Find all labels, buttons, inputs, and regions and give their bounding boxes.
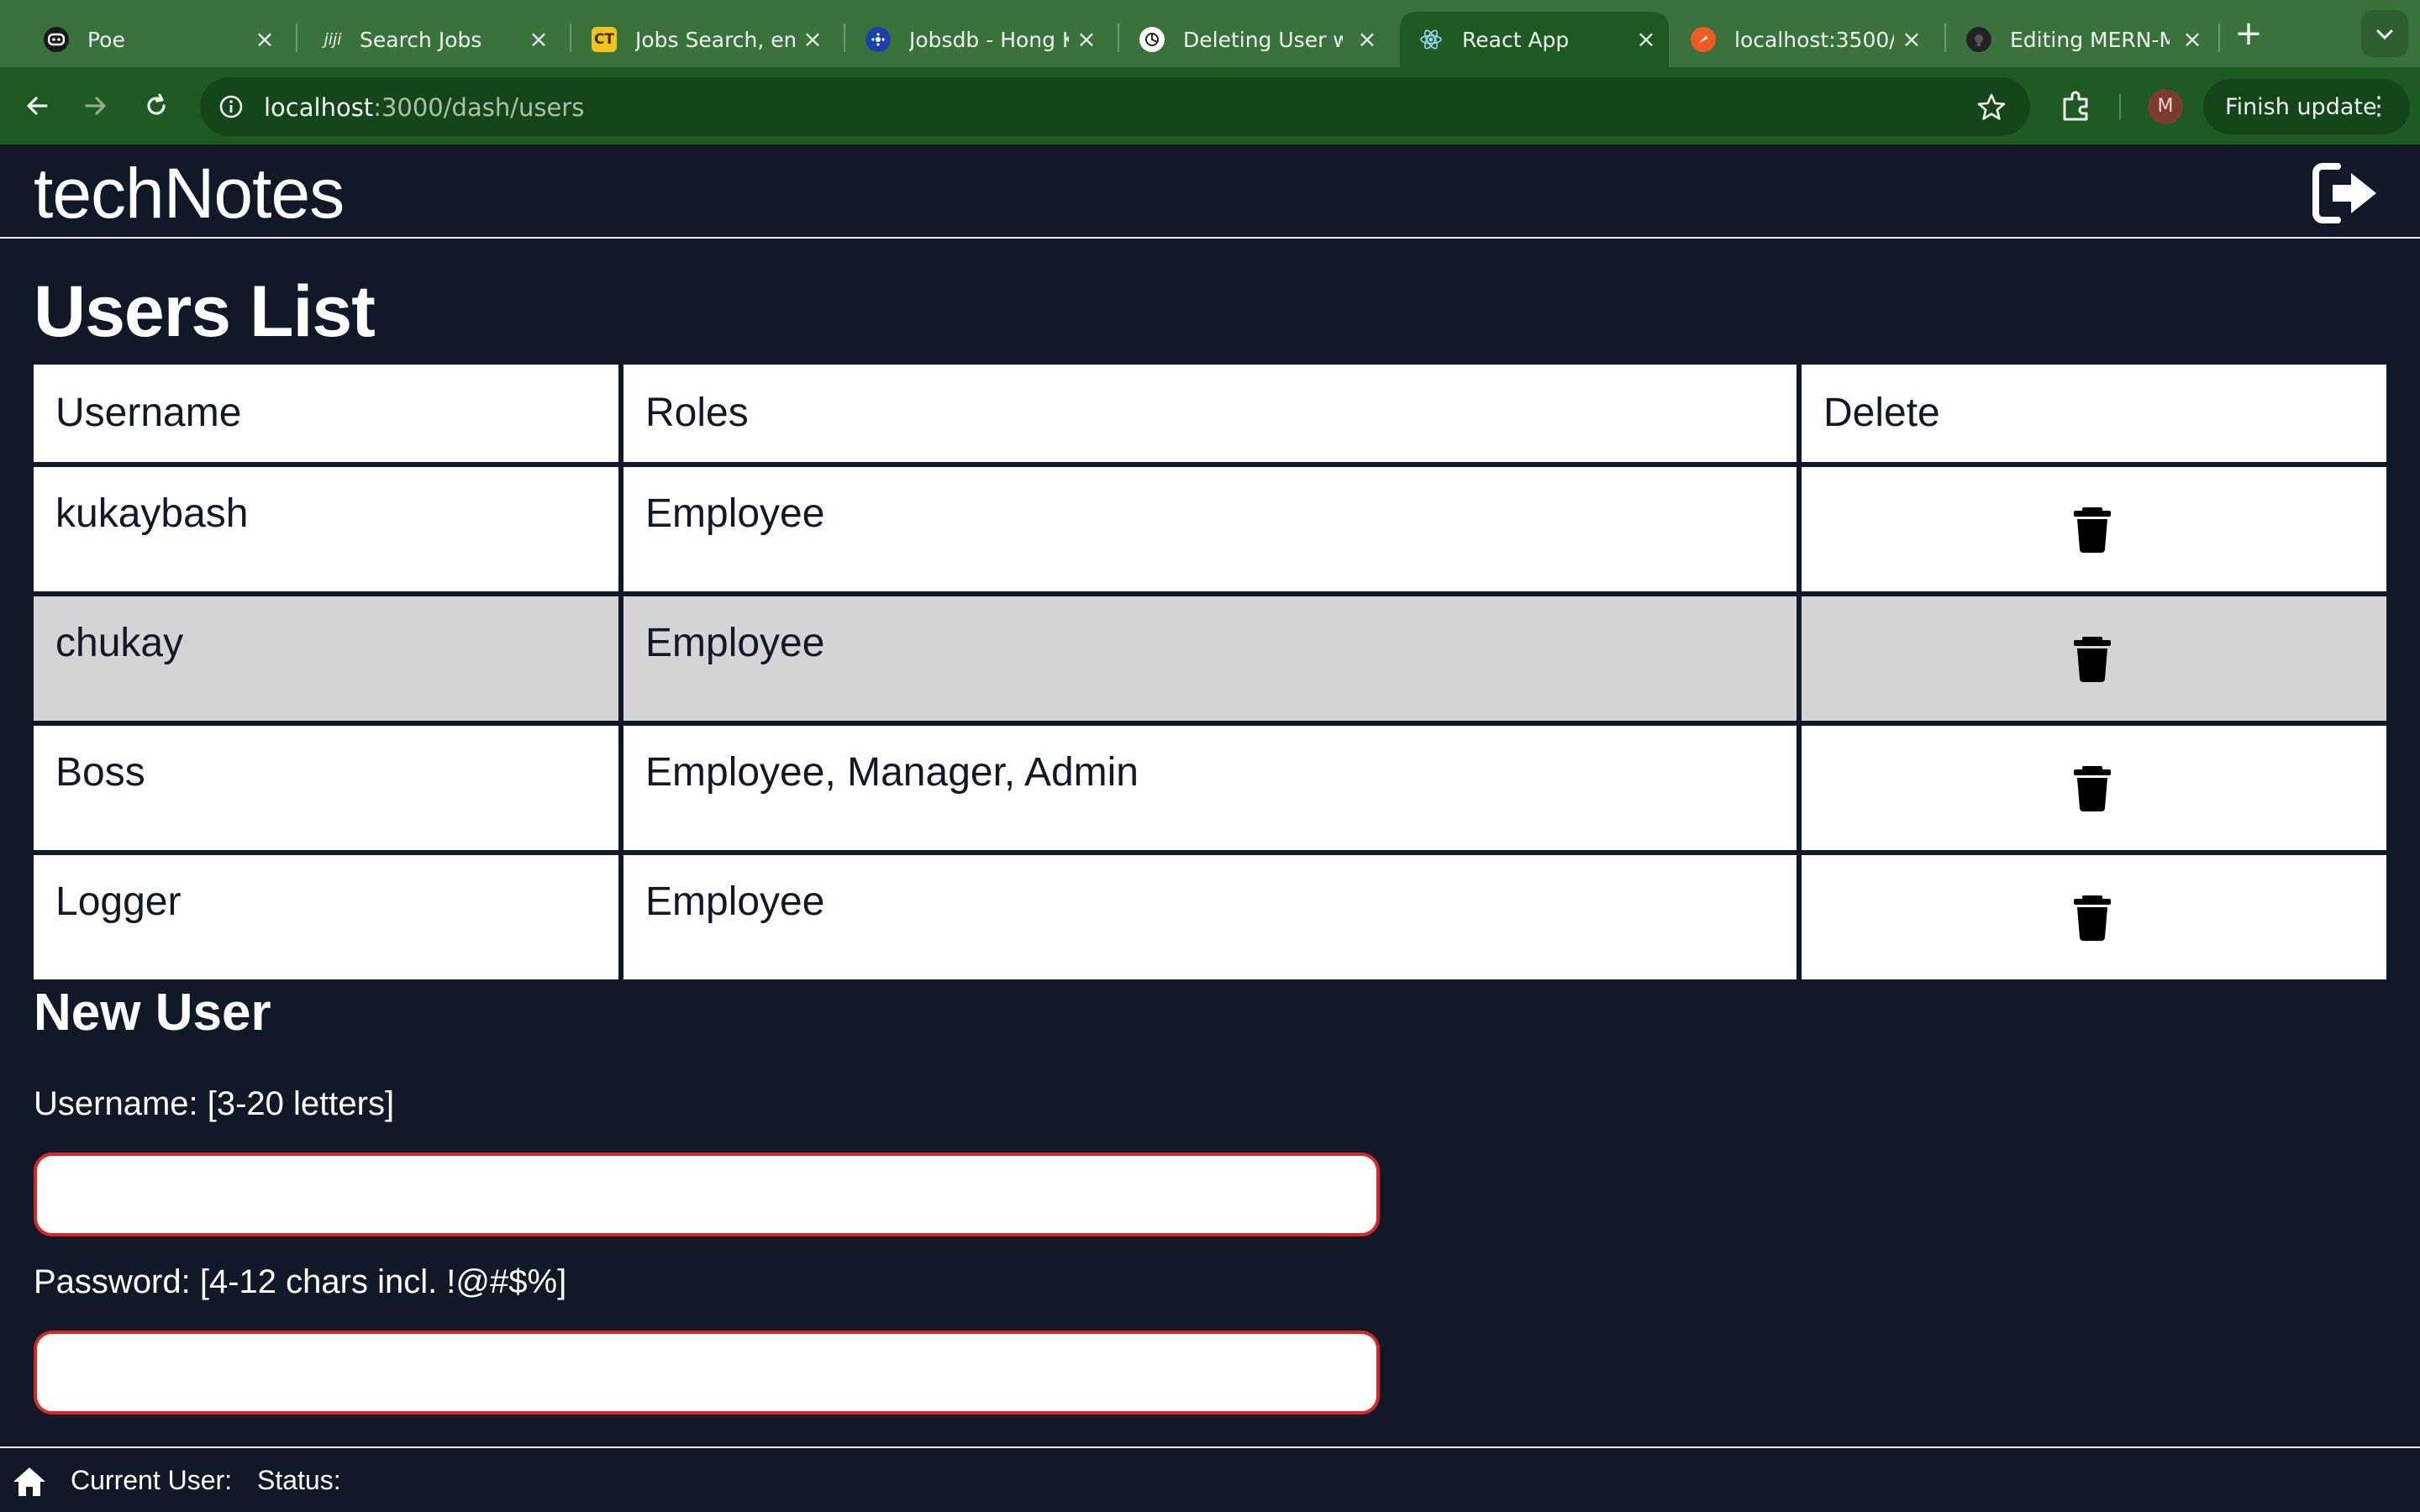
tab-search-jobs[interactable]: jiji Search Jobs ×: [299, 12, 561, 67]
tab-separator: [2218, 24, 2220, 52]
current-user-label: Current User:: [71, 1465, 233, 1495]
tab-separator: [844, 24, 845, 52]
tab-separator: [570, 24, 571, 52]
delete-cell: [1802, 726, 2386, 850]
site-info-icon[interactable]: [213, 89, 249, 124]
tab-poe[interactable]: Poe ×: [25, 12, 287, 67]
status-label: Status:: [257, 1465, 341, 1495]
logout-icon: [2312, 163, 2376, 223]
arrow-left-icon: [27, 97, 48, 115]
app-footer: Current User: Status:: [0, 1446, 2420, 1512]
password-label: Password: [4-12 chars incl. !@#$%]: [34, 1263, 567, 1300]
github-icon: [1966, 27, 1991, 52]
tab-separator: [296, 24, 297, 52]
forward-button[interactable]: [77, 87, 114, 124]
postman-icon: [1691, 27, 1716, 52]
tab-title: Jobsdb - Hong K: [909, 27, 1069, 52]
trash-icon[interactable]: [2067, 635, 2118, 682]
back-button[interactable]: [18, 87, 55, 124]
jiji-icon: jiji: [324, 30, 342, 49]
form-title: New User: [34, 984, 271, 1042]
roles-cell[interactable]: Employee: [623, 596, 1797, 721]
more-vertical-icon: ⋮: [2366, 92, 2391, 121]
reload-icon: [147, 93, 166, 115]
tab-editing-mern[interactable]: Editing MERN-M ×: [1948, 12, 2215, 67]
url-host: localhost: [264, 93, 374, 122]
tab-jobs-search[interactable]: CT Jobs Search, em ×: [573, 12, 835, 67]
tab-search-menu-button[interactable]: [2361, 10, 2408, 57]
tab-separator: [1944, 24, 1946, 52]
react-icon: [1418, 27, 1444, 52]
close-icon[interactable]: ×: [1901, 28, 1923, 51]
table-row[interactable]: kukaybash Employee: [34, 467, 2386, 591]
finish-update-label: Finish update: [2225, 93, 2377, 120]
username-input[interactable]: [34, 1152, 1380, 1236]
tab-title: Editing MERN-M: [2010, 27, 2170, 52]
roles-cell[interactable]: Employee: [623, 467, 1797, 591]
close-icon[interactable]: ×: [2181, 28, 2203, 51]
username-cell[interactable]: kukaybash: [34, 467, 618, 591]
arrow-right-icon: [85, 97, 106, 115]
extensions-icon[interactable]: [2057, 87, 2096, 126]
home-icon[interactable]: [12, 1465, 47, 1499]
tab-title: Deleting User w: [1183, 27, 1343, 52]
tab-separator: [1118, 24, 1119, 52]
tab-strip: Poe × jiji Search Jobs × CT Jobs Search,…: [0, 0, 2420, 67]
tab-title: localhost:3500/: [1734, 27, 1894, 52]
tab-title: Jobs Search, em: [635, 27, 795, 52]
trash-icon[interactable]: [2067, 764, 2118, 811]
app-title[interactable]: techNotes: [34, 153, 345, 234]
tab-title: React App: [1462, 27, 1570, 52]
app-header: techNotes: [0, 144, 2420, 239]
table-row[interactable]: Boss Employee, Manager, Admin: [34, 726, 2386, 850]
column-header-username: Username: [34, 365, 618, 462]
tab-localhost-3500[interactable]: localhost:3500/ ×: [1672, 12, 1934, 67]
roles-cell[interactable]: Employee, Manager, Admin: [623, 726, 1797, 850]
password-input[interactable]: [34, 1331, 1380, 1415]
roles-cell[interactable]: Employee: [623, 855, 1797, 979]
username-cell[interactable]: Logger: [34, 855, 618, 979]
delete-cell: [1802, 596, 2386, 721]
close-icon[interactable]: ×: [1635, 28, 1657, 51]
close-icon[interactable]: ×: [254, 28, 276, 51]
chatgpt-icon: [1139, 27, 1165, 52]
table-row[interactable]: chukay Employee: [34, 596, 2386, 721]
trash-icon[interactable]: [2067, 894, 2118, 941]
new-tab-button[interactable]: +: [2232, 17, 2265, 50]
close-icon[interactable]: ×: [1356, 28, 1378, 51]
username-cell[interactable]: Boss: [34, 726, 618, 850]
bookmark-star-icon[interactable]: [1975, 91, 2008, 124]
username-cell[interactable]: chukay: [34, 596, 618, 721]
close-icon[interactable]: ×: [1076, 28, 1097, 51]
table-row[interactable]: Logger Employee: [34, 855, 2386, 979]
column-header-roles: Roles: [623, 365, 1797, 462]
poe-icon: [44, 27, 69, 52]
url-text: localhost:3000/dash/users: [264, 93, 584, 122]
tab-react-app[interactable]: React App ×: [1400, 12, 1669, 67]
logout-button[interactable]: [2309, 160, 2383, 227]
delete-cell: [1802, 467, 2386, 591]
browser-chrome: Poe × jiji Search Jobs × CT Jobs Search,…: [0, 0, 2420, 144]
reload-button[interactable]: [138, 87, 175, 124]
finish-update-button[interactable]: Finish update ⋮: [2203, 79, 2410, 134]
tab-title: Search Jobs: [360, 27, 482, 52]
delete-cell: [1802, 855, 2386, 979]
username-label: Username: [3-20 letters]: [34, 1085, 395, 1122]
browser-toolbar: localhost:3000/dash/users M Finish updat…: [0, 67, 2420, 144]
tab-jobsdb[interactable]: Jobsdb - Hong K ×: [847, 12, 1109, 67]
toolbar-divider: [2119, 94, 2121, 119]
trash-icon[interactable]: [2067, 506, 2118, 553]
tab-title: Poe: [87, 27, 125, 52]
page-title: Users List: [34, 271, 376, 352]
address-bar[interactable]: localhost:3000/dash/users: [200, 77, 2030, 136]
tab-deleting-user[interactable]: Deleting User w ×: [1121, 12, 1390, 67]
url-path: :3000/dash/users: [373, 93, 585, 122]
close-icon[interactable]: ×: [528, 28, 550, 51]
ct-icon: CT: [592, 27, 617, 52]
jobsdb-icon: [865, 27, 891, 52]
column-header-delete: Delete: [1802, 365, 2386, 462]
close-icon[interactable]: ×: [802, 28, 823, 51]
profile-avatar[interactable]: M: [2148, 89, 2183, 124]
